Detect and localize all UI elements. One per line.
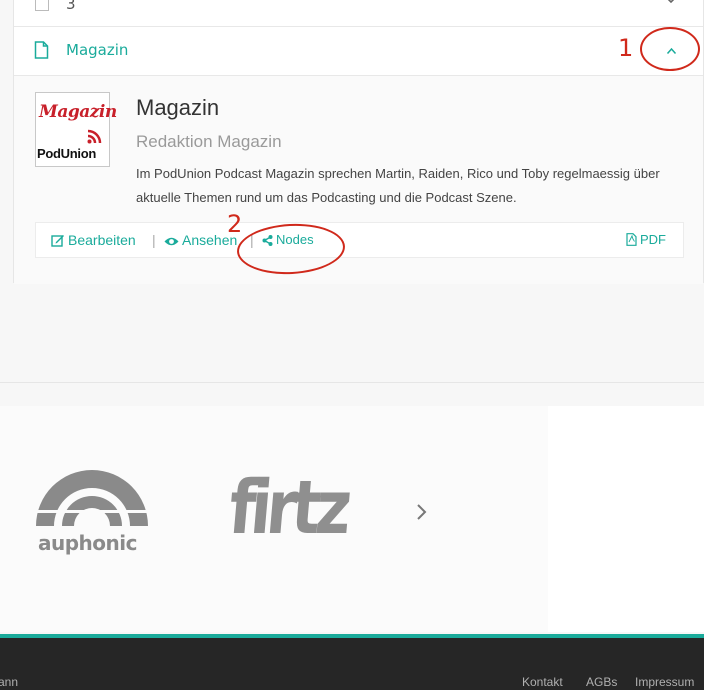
eye-icon bbox=[164, 237, 179, 246]
pdf-link[interactable]: PDF bbox=[626, 232, 666, 247]
annotation-number-1: 1 bbox=[618, 34, 634, 62]
footer-left-text: ann bbox=[0, 675, 19, 689]
edit-link[interactable]: Bearbeiten bbox=[51, 232, 136, 248]
pdf-label[interactable]: PDF bbox=[640, 232, 666, 247]
row-title[interactable]: Magazin bbox=[66, 41, 128, 59]
podcast-detail: Magazin PodUnion Magazin Redaktion Magaz… bbox=[14, 76, 703, 284]
document-icon bbox=[34, 41, 49, 59]
partner-name: auphonic bbox=[38, 531, 137, 555]
partner-name: firtz bbox=[225, 465, 351, 551]
episode-list-card: 3 Magazin Magazin PodUnion Magazin Redak… bbox=[13, 0, 704, 284]
page: 3 Magazin Magazin PodUnion Magazin Redak… bbox=[0, 0, 704, 690]
footer-link-impressum[interactable]: Impressum bbox=[635, 675, 694, 689]
logo-text-podunion: PodUnion bbox=[37, 146, 96, 161]
action-bar: Bearbeiten | Ansehen | Nodes PDF bbox=[35, 222, 684, 258]
partner-carousel: auphonic firtz bbox=[0, 406, 704, 632]
section-divider bbox=[0, 382, 704, 383]
footer-link-kontakt[interactable]: Kontakt bbox=[522, 675, 563, 689]
chevron-down-icon[interactable] bbox=[664, 0, 678, 5]
annotation-ring-1 bbox=[640, 27, 700, 71]
rss-icon bbox=[87, 129, 102, 144]
logo-text-magazin: Magazin bbox=[39, 102, 117, 122]
podcast-title: Magazin bbox=[136, 95, 220, 120]
edit-icon bbox=[51, 235, 64, 247]
annotation-number-2: 2 bbox=[227, 210, 243, 238]
podcast-subtitle: Redaktion Magazin bbox=[136, 132, 282, 151]
separator: | bbox=[152, 232, 156, 248]
chevron-right-icon[interactable] bbox=[414, 502, 428, 522]
list-row-previous[interactable]: 3 bbox=[14, 0, 703, 27]
partner-logo-auphonic[interactable]: auphonic bbox=[34, 470, 150, 556]
partner-logo-firtz[interactable]: firtz bbox=[226, 456, 356, 562]
edit-label[interactable]: Bearbeiten bbox=[68, 232, 136, 248]
row-checkbox[interactable] bbox=[35, 0, 49, 11]
list-row-magazin[interactable]: Magazin bbox=[14, 27, 703, 76]
podcast-description: Im PodUnion Podcast Magazin sprechen Mar… bbox=[136, 166, 660, 205]
footer-link-agbs[interactable]: AGBs bbox=[586, 675, 617, 689]
pdf-file-icon bbox=[626, 233, 637, 246]
carousel-slide-panel bbox=[548, 406, 704, 632]
podcast-logo: Magazin PodUnion bbox=[35, 92, 117, 167]
site-footer: ann Kontakt AGBs Impressum bbox=[0, 634, 704, 690]
auphonic-arch-icon bbox=[34, 470, 150, 526]
row-number: 3 bbox=[66, 0, 76, 13]
